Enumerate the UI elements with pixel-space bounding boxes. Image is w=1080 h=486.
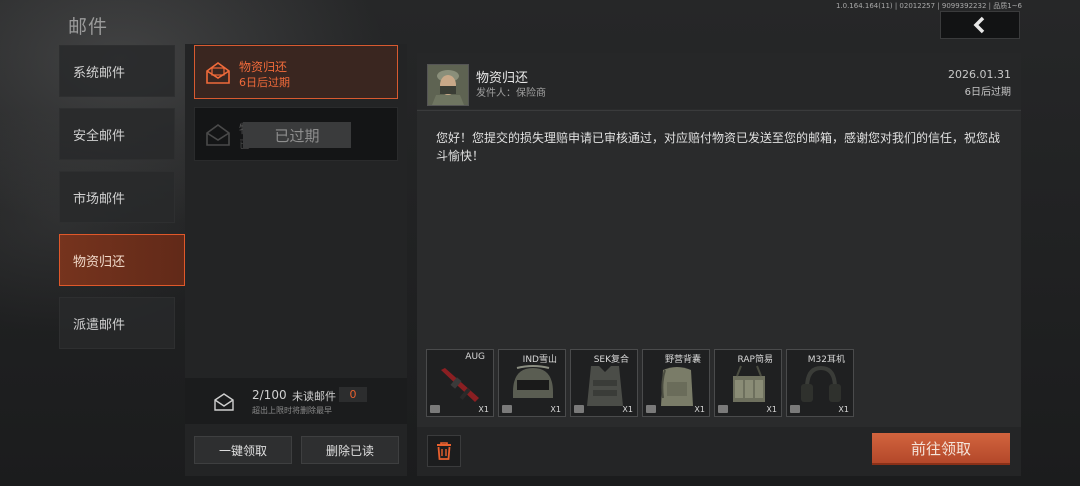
attachment-item[interactable]: SEK复合 X1 [570, 349, 638, 417]
envelope-open-icon [206, 124, 230, 146]
mail-item-expired[interactable]: 物 已 已过期 [194, 107, 398, 161]
item-badge-icon [502, 405, 512, 413]
attachment-name: IND雪山 [522, 355, 557, 365]
category-system[interactable]: 系统邮件 [59, 45, 175, 97]
chest-rig-icon [733, 365, 765, 402]
unread-count: 0 [339, 387, 367, 402]
category-supply-return[interactable]: 物资归还 [59, 234, 185, 286]
mail-date: 2026.01.31 [948, 68, 1011, 81]
item-badge-icon [574, 405, 584, 413]
item-badge-icon [718, 405, 728, 413]
category-label: 市场邮件 [73, 191, 126, 207]
attachment-qty: X1 [550, 405, 561, 414]
delete-mail-button[interactable] [427, 435, 461, 467]
attachment-name: SEK复合 [593, 355, 629, 365]
category-market[interactable]: 市场邮件 [59, 171, 175, 223]
delete-read-button[interactable]: 删除已读 [301, 436, 399, 464]
top-bar: 邮件 1.0.164.164(11) | 02012257 | 90993922… [0, 0, 1080, 44]
sender-avatar [427, 64, 469, 106]
divider [417, 110, 1021, 111]
page-title: 邮件 [68, 16, 109, 38]
mailbox-icon [214, 393, 234, 411]
category-label: 系统邮件 [73, 65, 126, 81]
attachment-item[interactable]: M32耳机 X1 [786, 349, 854, 417]
expired-badge: 已过期 [243, 122, 351, 148]
claim-all-button[interactable]: 一键领取 [194, 436, 292, 464]
item-badge-icon [646, 405, 656, 413]
go-claim-button[interactable]: 前往领取 [872, 433, 1010, 465]
mail-count: 2/100 [252, 388, 287, 402]
action-bar: 前往领取 [417, 427, 1021, 476]
category-label: 物资归还 [73, 254, 126, 270]
attachment-qty: X1 [766, 405, 777, 414]
mail-sender: 发件人：保险商 [476, 88, 546, 99]
attachment-item[interactable]: AUG X1 [426, 349, 494, 417]
attachment-qty: X1 [622, 405, 633, 414]
attachments: AUG X1 IND雪山 X1 SEK复合 X1 野营背囊 X1 RAP简易 X… [426, 349, 866, 417]
attachment-name: M32耳机 [807, 355, 845, 365]
back-button[interactable] [940, 11, 1020, 39]
attachment-name: 野营背囊 [664, 355, 701, 365]
attachment-item[interactable]: RAP简易 X1 [714, 349, 782, 417]
unread-label: 未读邮件 [292, 390, 336, 403]
mail-counter: 2/100 未读邮件 0 超出上限时将删除最早 [185, 378, 407, 424]
item-badge-icon [790, 405, 800, 413]
category-label: 安全邮件 [73, 128, 126, 144]
trash-icon [437, 442, 451, 460]
attachment-name: AUG [465, 352, 485, 362]
mail-header: 物资归还 发件人：保险商 2026.01.31 6日后过期 [417, 53, 1021, 109]
version-info: 1.0.164.164(11) | 02012257 | 9099392232 … [835, 2, 1022, 10]
mail-item-selected[interactable]: 物资归还 6日后过期 [194, 45, 398, 99]
mail-expiry-detail: 6日后过期 [964, 87, 1011, 98]
limit-note: 超出上限时将删除最早 [252, 406, 332, 415]
attachment-qty: X1 [478, 405, 489, 414]
attachment-item[interactable]: IND雪山 X1 [498, 349, 566, 417]
attachment-name: RAP简易 [737, 355, 773, 365]
chevron-left-icon [973, 16, 985, 34]
attachment-qty: X1 [694, 405, 705, 414]
attachment-item[interactable]: 野营背囊 X1 [642, 349, 710, 417]
mail-name: 物资归还 [239, 60, 288, 74]
headset-icon [801, 365, 841, 402]
envelope-open-icon [206, 62, 230, 84]
backpack-icon [661, 367, 693, 406]
mail-expiry: 6日后过期 [239, 76, 290, 89]
vest-icon [587, 366, 623, 406]
item-badge-icon [430, 405, 440, 413]
helmet-icon [513, 365, 553, 398]
category-label: 派遣邮件 [73, 317, 126, 333]
attachment-qty: X1 [838, 405, 849, 414]
rifle-icon [441, 368, 479, 402]
category-security[interactable]: 安全邮件 [59, 108, 175, 160]
mail-body: 您好！您提交的损失理赔申请已审核通过，对应赔付物资已发送至您的邮箱，感谢您对我们… [436, 131, 1001, 163]
category-dispatch[interactable]: 派遣邮件 [59, 297, 175, 349]
soldier-portrait-icon [428, 65, 468, 105]
